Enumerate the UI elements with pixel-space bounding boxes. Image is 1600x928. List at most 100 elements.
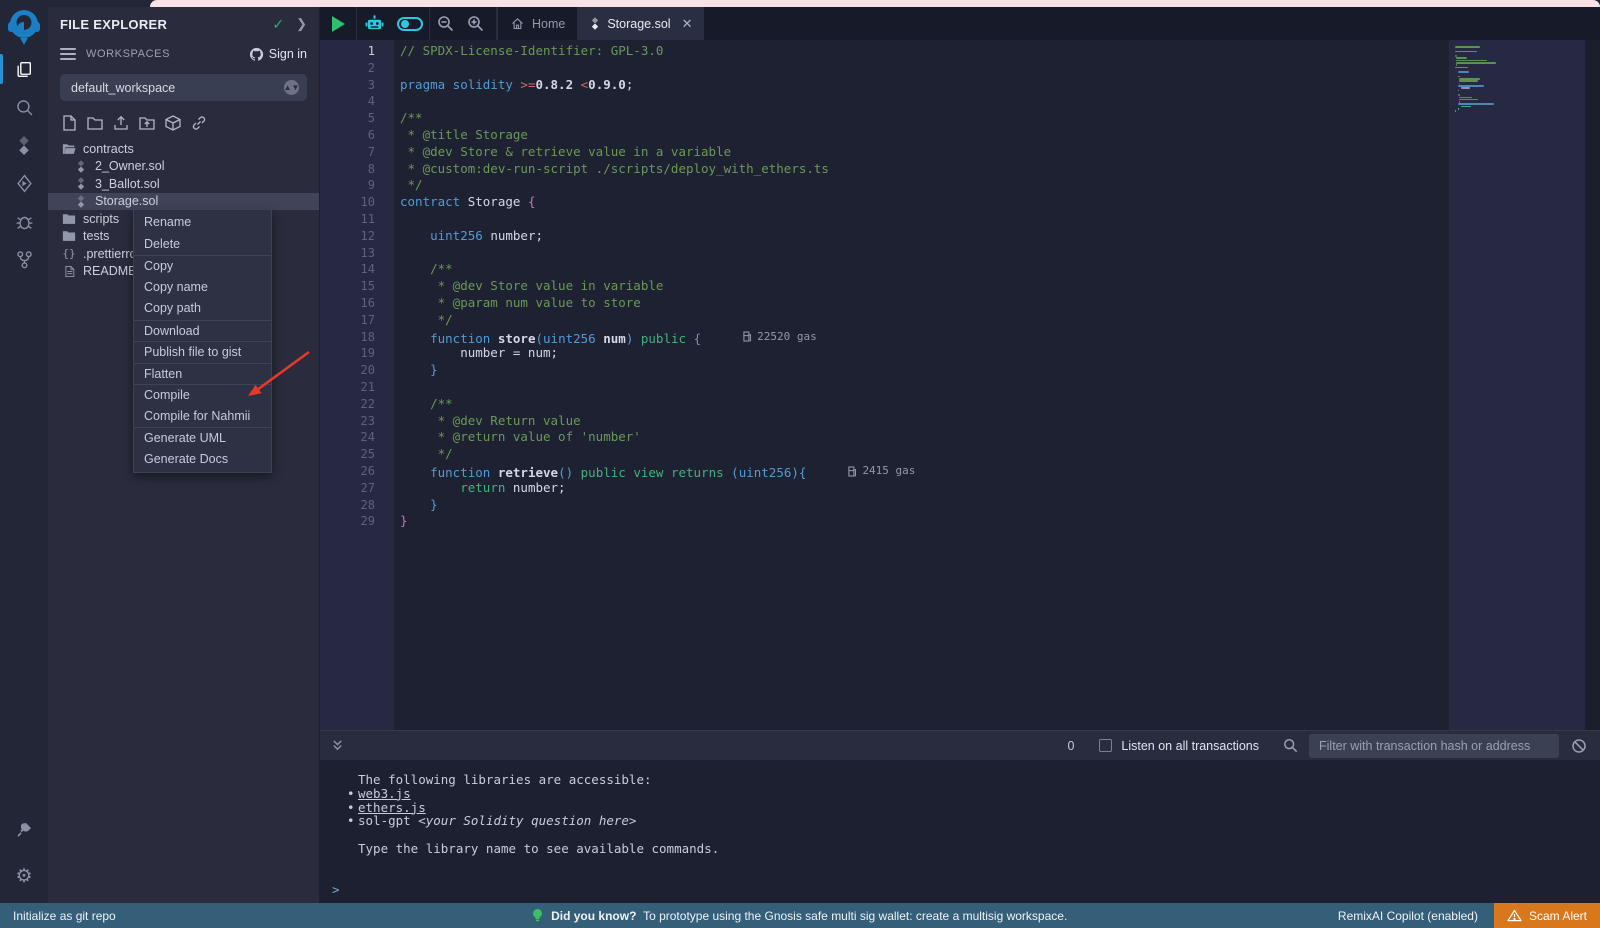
copilot-status[interactable]: RemixAI Copilot (enabled) xyxy=(1338,909,1478,923)
code-line: number = num; xyxy=(400,345,1449,362)
file-explorer-header: FILE EXPLORER ✓ ❯ xyxy=(48,7,319,41)
zoom-out-button[interactable] xyxy=(430,7,460,40)
context-menu: RenameDeleteCopyCopy nameCopy pathDownlo… xyxy=(133,209,272,473)
template-box-icon[interactable] xyxy=(164,114,182,132)
rail-search-icon[interactable] xyxy=(0,88,48,126)
minimap-line xyxy=(1455,55,1457,57)
code-line: */ xyxy=(400,177,1449,194)
transaction-filter-input[interactable] xyxy=(1309,734,1559,758)
run-script-button[interactable] xyxy=(320,7,356,40)
tab-home[interactable]: Home xyxy=(497,7,577,40)
link-icon[interactable] xyxy=(190,114,208,132)
context-menu-item-download[interactable]: Download xyxy=(134,320,271,342)
minimap-line xyxy=(1459,99,1478,101)
rail-file-explorer-icon[interactable] xyxy=(0,50,48,88)
folder-open-icon xyxy=(62,143,76,155)
code-line xyxy=(400,211,1449,228)
search-icon[interactable] xyxy=(1283,738,1298,753)
listen-checkbox[interactable] xyxy=(1099,739,1112,752)
github-icon xyxy=(249,47,264,62)
code-line: } xyxy=(400,513,1449,530)
upload-folder-icon[interactable] xyxy=(138,114,156,132)
minimap-line xyxy=(1455,51,1477,53)
minimap-line xyxy=(1458,103,1494,105)
line-number: 11 xyxy=(320,211,375,228)
code-line: /** xyxy=(400,396,1449,413)
minimap[interactable] xyxy=(1449,40,1585,730)
line-number: 2 xyxy=(320,60,375,77)
ai-copilot-icon[interactable] xyxy=(357,7,391,40)
rail-deploy-run-icon[interactable] xyxy=(0,164,48,202)
terminal-link[interactable]: web3.js xyxy=(358,786,411,801)
tree-item-label: tests xyxy=(83,229,109,243)
status-bar: Initialize as git repo Did you know? To … xyxy=(0,903,1600,928)
bullet-icon: • xyxy=(347,814,358,828)
line-number: 18 xyxy=(320,329,375,346)
line-number: 14 xyxy=(320,261,375,278)
line-number: 1 xyxy=(320,43,375,60)
bullet-icon: • xyxy=(347,787,358,801)
chevron-right-icon[interactable]: ❯ xyxy=(296,16,307,32)
rail-git-icon[interactable] xyxy=(0,240,48,278)
clear-console-icon[interactable] xyxy=(1571,738,1587,754)
code-line: */ xyxy=(400,446,1449,463)
rail-settings-icon[interactable]: ⚙ xyxy=(0,857,48,895)
rail-solidity-compiler-icon[interactable] xyxy=(0,126,48,164)
remix-logo-icon[interactable] xyxy=(6,8,42,50)
minimap-line xyxy=(1461,87,1470,89)
git-init-button[interactable]: Initialize as git repo xyxy=(13,909,116,923)
context-menu-item-generate-uml[interactable]: Generate UML xyxy=(134,427,271,449)
line-number: 3 xyxy=(320,77,375,94)
context-menu-item-copy-name[interactable]: Copy name xyxy=(134,277,271,299)
copilot-toggle[interactable] xyxy=(391,7,429,40)
code-line: */ xyxy=(400,312,1449,329)
collapse-terminal-icon[interactable] xyxy=(331,739,344,752)
browser-edge-strip xyxy=(150,0,1600,7)
terminal-prompt[interactable]: > xyxy=(332,883,1600,897)
context-menu-item-copy[interactable]: Copy xyxy=(134,255,271,277)
rail-debugger-icon[interactable] xyxy=(0,202,48,240)
workspace-select[interactable]: default_workspace ▲▼ xyxy=(60,74,307,101)
tree-item-3-ballot-sol[interactable]: 3_Ballot.sol xyxy=(48,175,319,193)
minimap-line xyxy=(1455,92,1585,94)
scam-alert-button[interactable]: Scam Alert xyxy=(1494,903,1600,928)
context-menu-item-rename[interactable]: Rename xyxy=(134,212,271,234)
context-menu-item-compile[interactable]: Compile xyxy=(134,384,271,406)
rail-plugin-manager-icon[interactable] xyxy=(0,811,48,849)
code-line: * @custom:dev-run-script ./scripts/deplo… xyxy=(400,161,1449,178)
close-tab-icon[interactable]: ✕ xyxy=(682,16,693,32)
tree-item-2-owner-sol[interactable]: 2_Owner.sol xyxy=(48,158,319,176)
line-number: 13 xyxy=(320,245,375,262)
context-menu-item-copy-path[interactable]: Copy path xyxy=(134,298,271,320)
code-line xyxy=(400,60,1449,77)
context-menu-item-flatten[interactable]: Flatten xyxy=(134,363,271,385)
terminal-output[interactable]: The following libraries are accessible:•… xyxy=(320,760,1600,903)
github-sign-in-button[interactable]: Sign in xyxy=(249,47,307,62)
upload-file-icon[interactable] xyxy=(112,114,130,132)
terminal-link[interactable]: ethers.js xyxy=(358,800,426,815)
minimap-line xyxy=(1455,48,1585,50)
code-line: * @dev Store & retrieve value in a varia… xyxy=(400,144,1449,161)
context-menu-item-publish-file-to-gist[interactable]: Publish file to gist xyxy=(134,341,271,363)
code-line: /** xyxy=(400,110,1449,127)
code-line xyxy=(400,93,1449,110)
new-file-icon[interactable] xyxy=(60,114,78,132)
tree-item-label: 3_Ballot.sol xyxy=(95,177,160,191)
zoom-in-button[interactable] xyxy=(460,7,490,40)
context-menu-item-generate-docs[interactable]: Generate Docs xyxy=(134,449,271,471)
new-folder-icon[interactable] xyxy=(86,114,104,132)
context-menu-item-compile-for-nahmii[interactable]: Compile for Nahmii xyxy=(134,406,271,428)
code-editor[interactable]: 1234567891011121314151617181920212223242… xyxy=(320,40,1600,730)
tab-storage-sol[interactable]: Storage.sol✕ xyxy=(577,7,704,40)
tree-item-storage-sol[interactable]: Storage.sol xyxy=(48,193,319,211)
code-area[interactable]: // SPDX-License-Identifier: GPL-3.0pragm… xyxy=(394,40,1449,730)
code-line: pragma solidity >=0.8.2 <0.9.0; xyxy=(400,77,1449,94)
minimap-line xyxy=(1455,110,1456,112)
code-line: function store(uint256 num) public {2252… xyxy=(400,329,1449,346)
context-menu-item-delete[interactable]: Delete xyxy=(134,234,271,256)
hamburger-menu-icon[interactable] xyxy=(60,48,76,60)
code-line: contract Storage { xyxy=(400,194,1449,211)
scrollbar-track[interactable] xyxy=(1585,40,1600,730)
minimap-line xyxy=(1458,108,1459,110)
tree-item-contracts[interactable]: contracts xyxy=(48,140,319,158)
